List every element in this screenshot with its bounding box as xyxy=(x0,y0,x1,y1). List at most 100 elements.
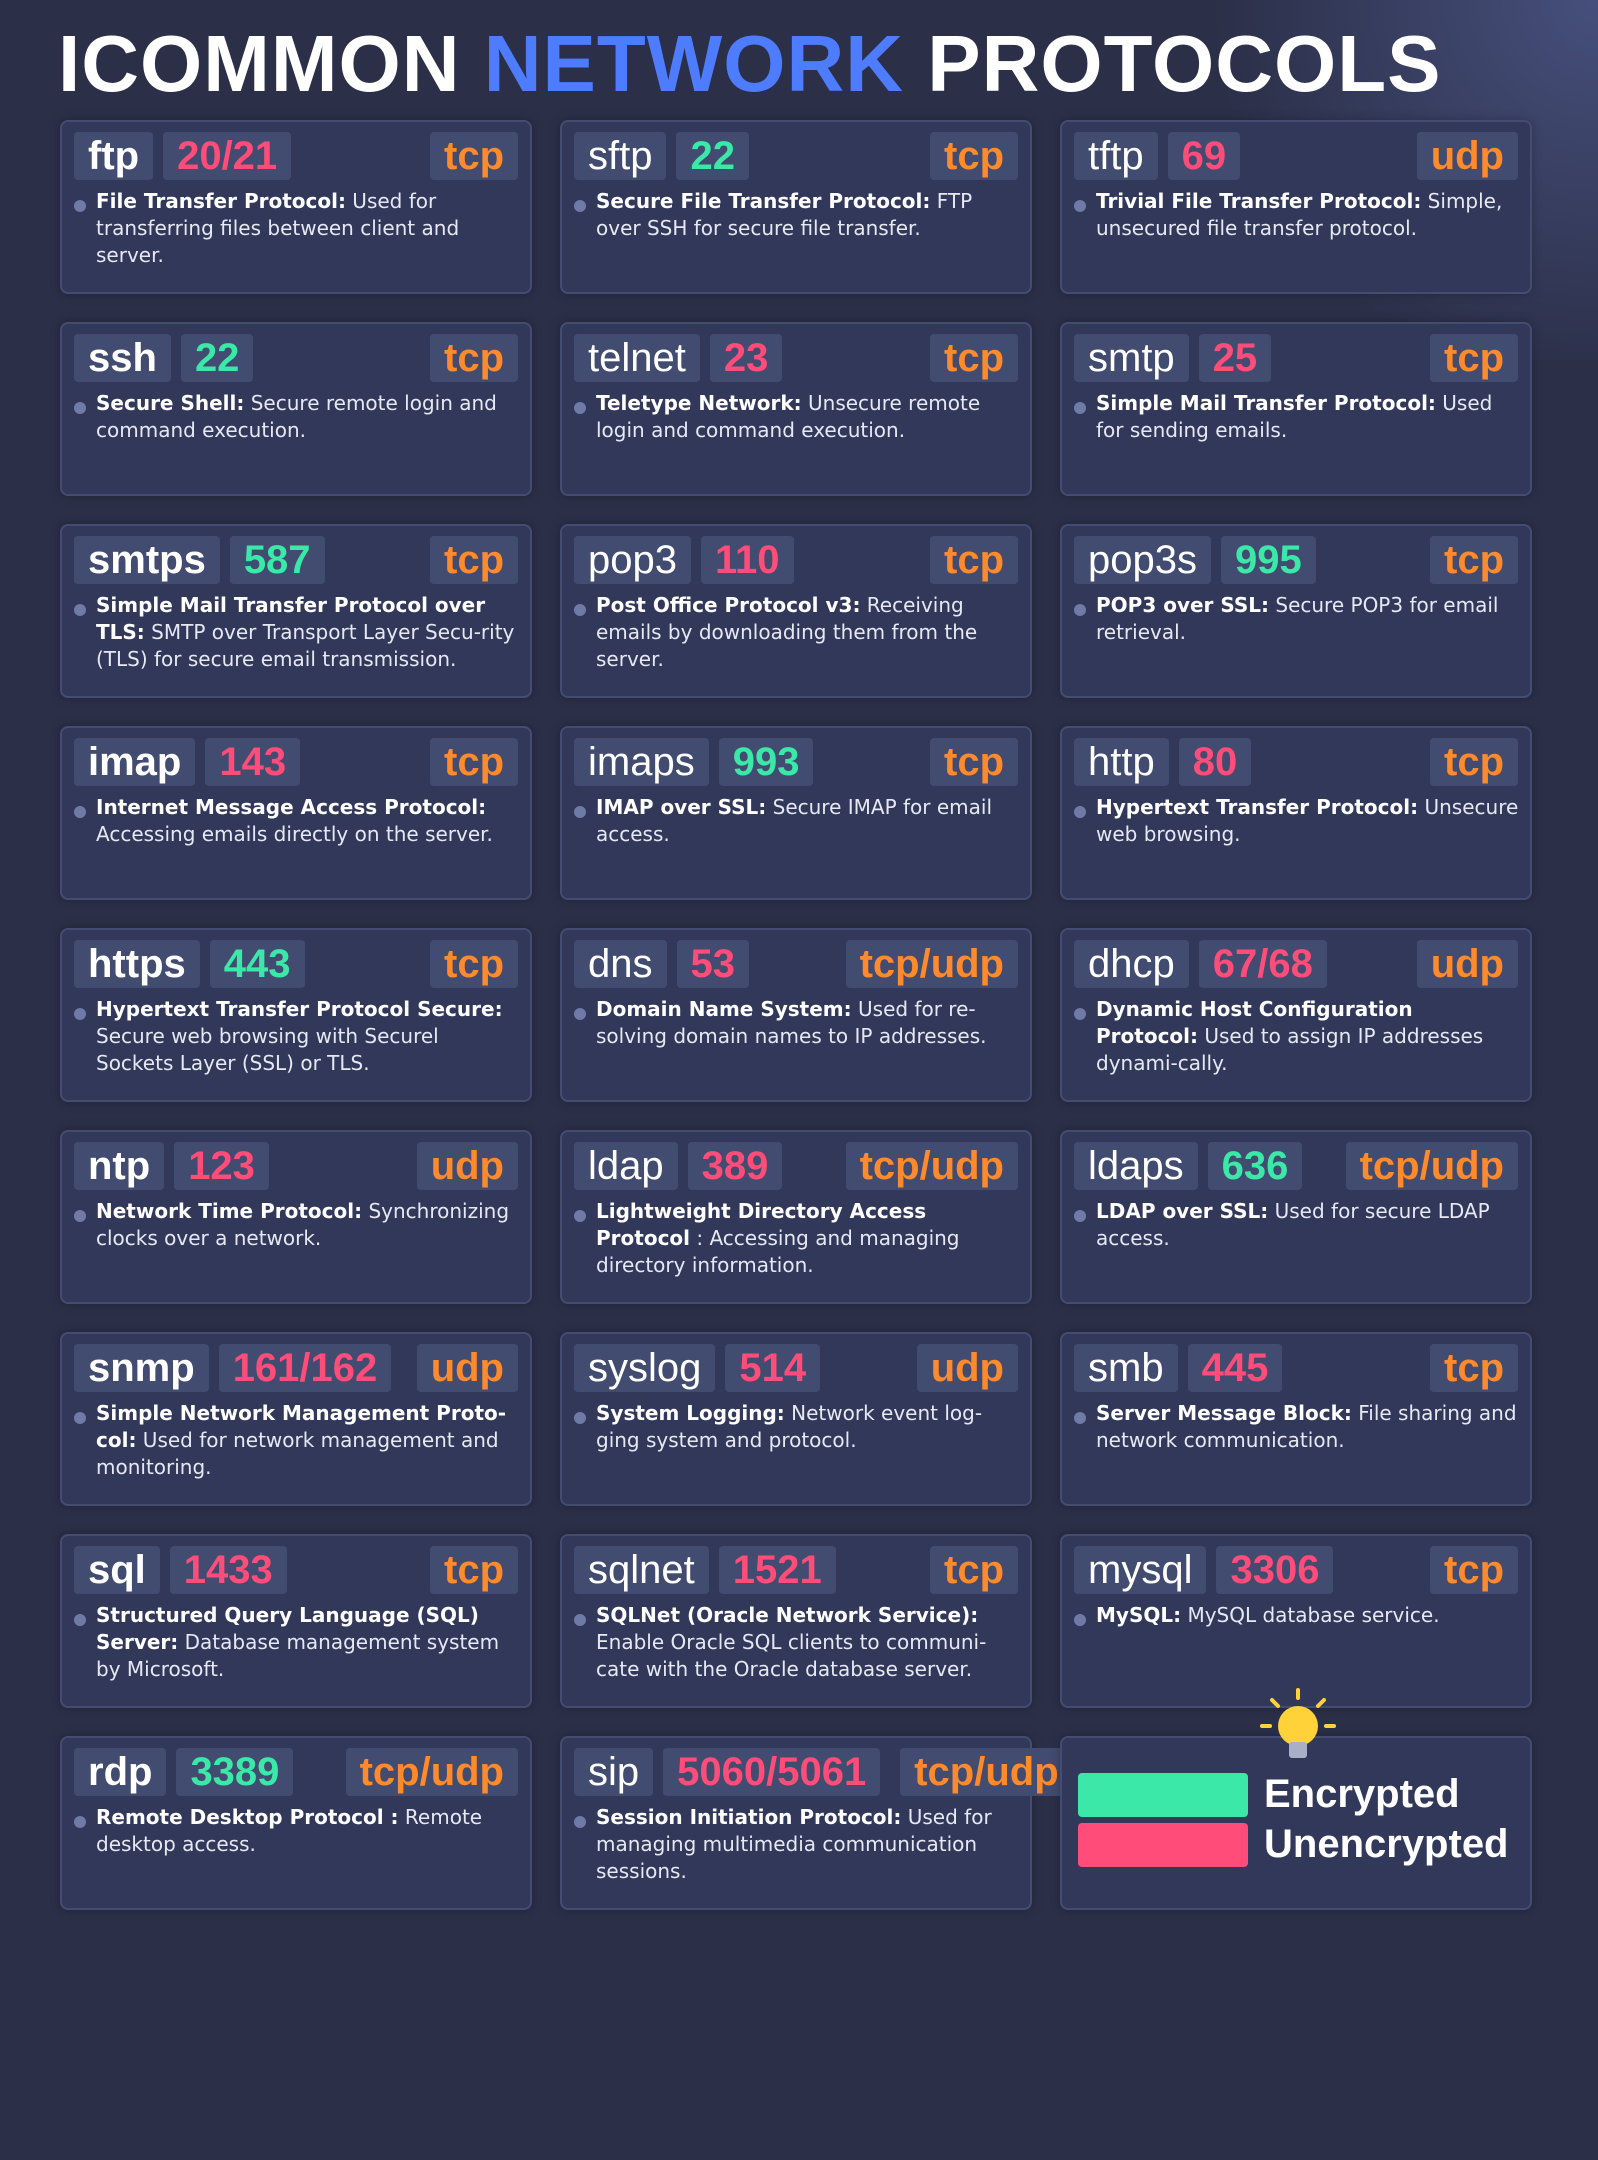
protocol-description: Hypertext Transfer Protocol: Unsecure we… xyxy=(1096,794,1520,848)
transport-badge: tcp/udp xyxy=(845,940,1018,988)
protocol-description: Session Initiation Protocol: Used for ma… xyxy=(596,1804,1020,1885)
description-term: Secure Shell: xyxy=(96,391,245,415)
bullet-icon xyxy=(1074,604,1086,616)
protocol-card-ssh: ssh 22 tcp Secure Shell: Secure remote logi… xyxy=(60,322,532,496)
card-header: smtp 25 tcp xyxy=(1074,334,1518,382)
protocol-description: Post Office Protocol v3: Receiving email… xyxy=(596,592,1020,673)
port-number: 22 xyxy=(180,334,254,382)
description-term: IMAP over SSL: xyxy=(596,795,767,819)
protocol-card-sql: sql 1433 tcp Structured Query Language (SQL… xyxy=(60,1534,532,1708)
card-header: imaps 993 tcp xyxy=(574,738,1018,786)
protocol-description: Server Message Block: File sharing and n… xyxy=(1096,1400,1520,1454)
transport-badge: tcp xyxy=(430,738,518,786)
card-header: ldap 389 tcp/udp xyxy=(574,1142,1018,1190)
title-suffix: PROTOCOLS xyxy=(904,19,1442,108)
protocol-name: sip xyxy=(574,1748,654,1796)
protocol-card-sftp: sftp 22 tcp Secure File Transfer Protocol: … xyxy=(560,120,1032,294)
port-number: 636 xyxy=(1207,1142,1303,1190)
transport-badge: tcp xyxy=(430,1546,518,1594)
protocol-description: IMAP over SSL: Secure IMAP for email acc… xyxy=(596,794,1020,848)
protocol-card-pop3: pop3 110 tcp Post Office Protocol v3: Recei… xyxy=(560,524,1032,698)
transport-badge: udp xyxy=(916,1344,1018,1392)
card-header: sip 5060/5061 tcp/udp xyxy=(574,1748,1073,1796)
bullet-icon xyxy=(74,604,86,616)
bullet-icon xyxy=(1074,402,1086,414)
protocol-card-smtps: smtps 587 tcp Simple Mail Transfer Protocol… xyxy=(60,524,532,698)
transport-badge: tcp xyxy=(1430,536,1518,584)
protocol-card-sqlnet: sqlnet 1521 tcp SQLNet (Oracle Network Serv… xyxy=(560,1534,1032,1708)
card-header: sqlnet 1521 tcp xyxy=(574,1546,1018,1594)
description-term: Network Time Protocol: xyxy=(96,1199,363,1223)
port-number: 143 xyxy=(205,738,301,786)
transport-badge: tcp xyxy=(930,1546,1018,1594)
legend-encrypted-swatch xyxy=(1078,1772,1248,1817)
port-number: 995 xyxy=(1220,536,1316,584)
bullet-icon xyxy=(74,1210,86,1222)
port-number: 5060/5061 xyxy=(663,1748,881,1796)
protocol-name: ldaps xyxy=(1074,1142,1198,1190)
description-term: Session Initiation Protocol: xyxy=(596,1805,902,1829)
transport-badge: udp xyxy=(416,1344,518,1392)
protocol-name: sql xyxy=(74,1546,160,1594)
protocol-card-rdp: rdp 3389 tcp/udp Remote Desktop Protocol : … xyxy=(60,1736,532,1910)
protocol-name: ntp xyxy=(74,1142,165,1190)
protocol-grid: ftp 20/21 tcp File Transfer Protocol: Used … xyxy=(60,120,1533,1915)
description-text: Enable Oracle SQL clients to communi-cat… xyxy=(596,1630,987,1681)
description-term: Simple Mail Transfer Protocol: xyxy=(1096,391,1436,415)
protocol-name: dns xyxy=(574,940,667,988)
bullet-icon xyxy=(574,1210,586,1222)
port-number: 993 xyxy=(718,738,814,786)
description-text: Used for network management and monitori… xyxy=(96,1428,499,1479)
description-term: POP3 over SSL: xyxy=(1096,593,1270,617)
bullet-icon xyxy=(74,1412,86,1424)
card-header: ftp 20/21 tcp xyxy=(74,132,518,180)
protocol-name: syslog xyxy=(574,1344,716,1392)
bullet-icon xyxy=(74,200,86,212)
card-header: ntp 123 udp xyxy=(74,1142,518,1190)
transport-badge: tcp xyxy=(930,738,1018,786)
description-text: SMTP over Transport Layer Secu-rity (TLS… xyxy=(96,620,515,671)
protocol-card-ftp: ftp 20/21 tcp File Transfer Protocol: Used … xyxy=(60,120,532,294)
protocol-description: Dynamic Host Configuration Protocol: Use… xyxy=(1096,996,1520,1077)
bullet-icon xyxy=(74,1008,86,1020)
protocol-name: pop3s xyxy=(1074,536,1211,584)
bullet-icon xyxy=(74,806,86,818)
protocol-description: Lightweight Directory Access Protocol : … xyxy=(596,1198,1020,1279)
bullet-icon xyxy=(574,806,586,818)
card-header: telnet 23 tcp xyxy=(574,334,1018,382)
bullet-icon xyxy=(574,200,586,212)
protocol-card-snmp: snmp 161/162 udp Simple Network Management … xyxy=(60,1332,532,1506)
transport-badge: tcp/udp xyxy=(845,1142,1018,1190)
protocol-name: smtps xyxy=(74,536,220,584)
card-header: sql 1433 tcp xyxy=(74,1546,518,1594)
description-term: Internet Message Access Protocol: xyxy=(96,795,487,819)
protocol-name: dhcp xyxy=(1074,940,1189,988)
description-term: LDAP over SSL: xyxy=(1096,1199,1269,1223)
card-header: dns 53 tcp/udp xyxy=(574,940,1018,988)
port-number: 3306 xyxy=(1216,1546,1334,1594)
card-header: tftp 69 udp xyxy=(1074,132,1518,180)
transport-badge: tcp/udp xyxy=(900,1748,1073,1796)
port-number: 67/68 xyxy=(1198,940,1327,988)
port-number: 80 xyxy=(1178,738,1252,786)
description-term: Hypertext Transfer Protocol Secure: xyxy=(96,997,503,1021)
transport-badge: tcp xyxy=(430,536,518,584)
protocol-card-sip: sip 5060/5061 tcp/udp Session Initiation Pr… xyxy=(560,1736,1073,1910)
protocol-description: Network Time Protocol: Synchronizing clo… xyxy=(96,1198,520,1252)
transport-badge: tcp/udp xyxy=(345,1748,518,1796)
transport-badge: tcp xyxy=(1430,334,1518,382)
protocol-name: snmp xyxy=(74,1344,209,1392)
protocol-name: https xyxy=(74,940,200,988)
transport-badge: udp xyxy=(416,1142,518,1190)
description-term: MySQL: xyxy=(1096,1603,1182,1627)
protocol-name: ftp xyxy=(74,132,154,180)
port-number: 1521 xyxy=(718,1546,836,1594)
bullet-icon xyxy=(1074,806,1086,818)
legend-unencrypted-swatch xyxy=(1078,1822,1248,1867)
protocol-name: rdp xyxy=(74,1748,167,1796)
title-prefix: ICOMMON xyxy=(58,19,484,108)
card-header: smb 445 tcp xyxy=(1074,1344,1518,1392)
transport-badge: tcp xyxy=(1430,1546,1518,1594)
protocol-description: System Logging: Network event log-ging s… xyxy=(596,1400,1020,1454)
protocol-description: File Transfer Protocol: Used for transfe… xyxy=(96,188,520,269)
